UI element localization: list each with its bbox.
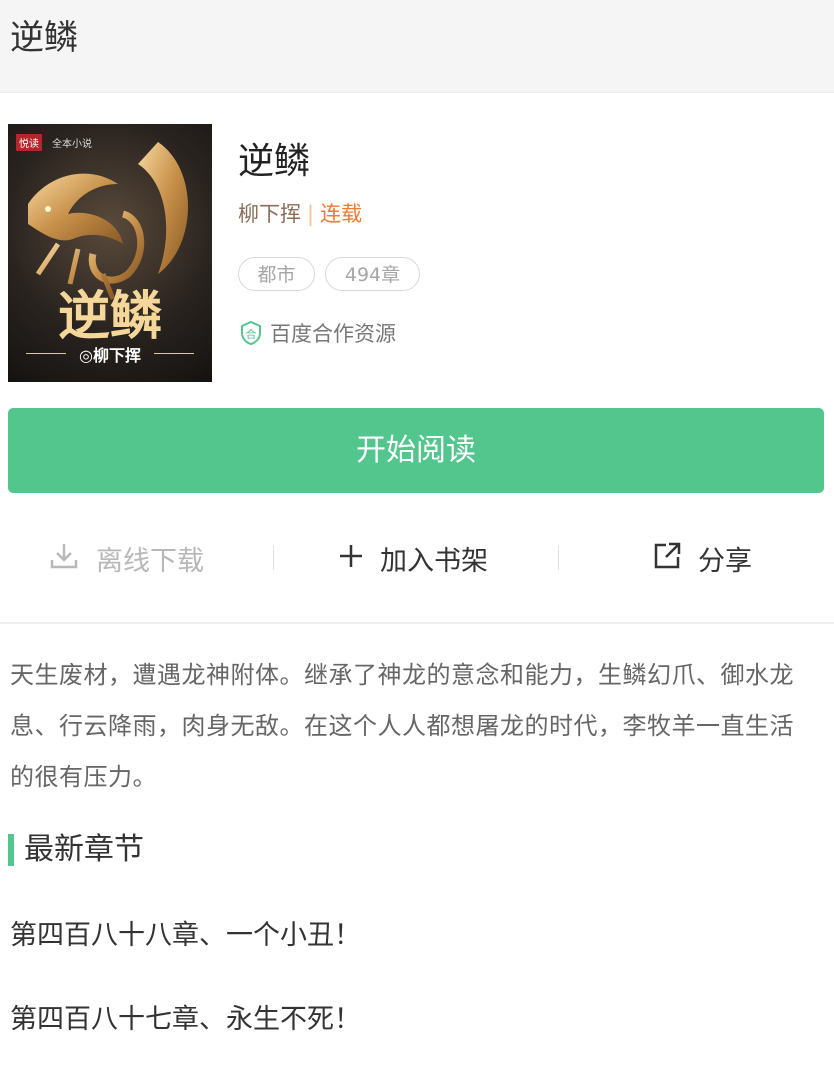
cover-title: 逆鳞 (57, 286, 162, 347)
partner-info: 合 百度合作资源 (238, 318, 396, 348)
section-accent-bar (8, 834, 14, 866)
download-icon (48, 540, 80, 576)
offline-download-label: 离线下载 (96, 545, 204, 577)
tag-chapter-count: 494章 (325, 257, 420, 291)
book-description: 天生废材，遭遇龙神附体。继承了神龙的意念和能力，生鳞幻爪、御水龙息、行云降雨，肉… (10, 661, 794, 791)
share-label: 分享 (698, 545, 752, 577)
offline-download-button[interactable]: 离线下载 (48, 526, 204, 590)
book-meta: 柳下挥 | 连载 (238, 200, 362, 228)
top-bar: 逆鳞 (0, 0, 834, 93)
chapter-link[interactable]: 第四百八十八章、一个小丑！ (10, 918, 361, 954)
shield-icon: 合 (238, 320, 264, 346)
book-cover-image[interactable]: 悦读 全本小说 逆鳞 ◎柳下挥 (8, 124, 212, 382)
share-button[interactable]: 分享 (652, 526, 752, 590)
page-title: 逆鳞 (10, 18, 78, 58)
cover-divider-right (154, 353, 194, 354)
start-reading-button[interactable]: 开始阅读 (8, 408, 824, 493)
section-divider (0, 622, 834, 624)
share-icon (652, 541, 682, 575)
add-to-shelf-label: 加入书架 (380, 545, 488, 577)
tag-category[interactable]: 都市 (238, 257, 315, 291)
cover-author: ◎柳下挥 (79, 346, 141, 365)
action-divider (558, 546, 559, 570)
chapter-link[interactable]: 第四百八十七章、永生不死！ (10, 1002, 361, 1038)
author-link[interactable]: 柳下挥 (238, 202, 301, 226)
action-bar: 离线下载 加入书架 分享 (0, 526, 834, 590)
plus-icon (338, 543, 364, 573)
status-badge: 连载 (320, 202, 363, 226)
add-to-shelf-button[interactable]: 加入书架 (338, 526, 488, 590)
action-divider (273, 546, 274, 570)
book-title: 逆鳞 (238, 141, 311, 182)
partner-label: 百度合作资源 (270, 322, 396, 346)
latest-chapters-heading: 最新章节 (24, 832, 144, 867)
svg-text:合: 合 (246, 327, 257, 341)
meta-separator: | (307, 202, 315, 226)
